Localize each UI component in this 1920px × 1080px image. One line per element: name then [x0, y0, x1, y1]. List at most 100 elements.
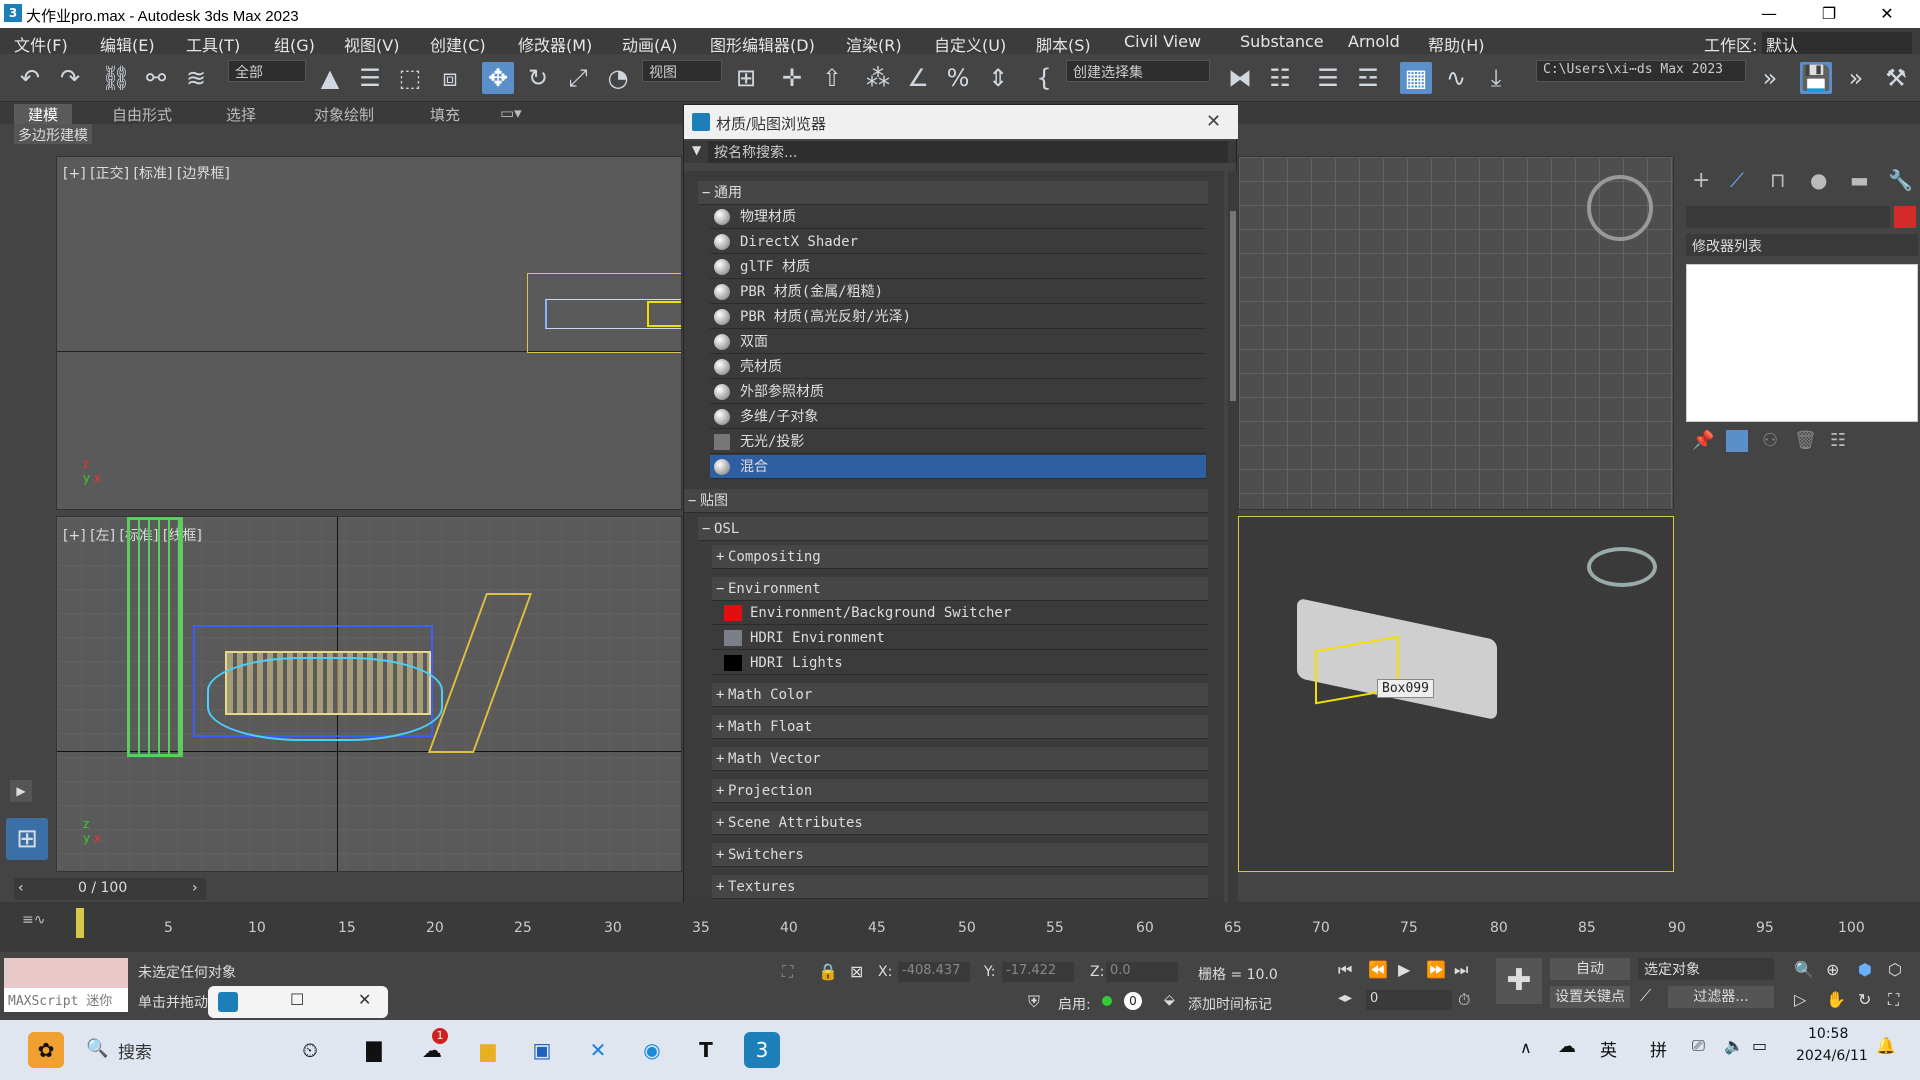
select-object-icon[interactable]: ▲	[314, 62, 346, 94]
task-view-icon[interactable]: ▇	[356, 1032, 392, 1068]
y-coordinate-field[interactable]: -17.422	[1002, 962, 1074, 982]
group-projection[interactable]: + Projection	[712, 779, 1208, 803]
modify-tab-icon[interactable]: ⟋	[1730, 168, 1744, 192]
snaps-toggle-icon[interactable]: ⁂	[862, 62, 894, 94]
set-key-button[interactable]: 设置关键点	[1550, 986, 1630, 1008]
scale-icon[interactable]: ⤢	[562, 62, 594, 94]
menu-group[interactable]: 组(G)	[274, 32, 315, 56]
rotate-icon[interactable]: ↻	[522, 62, 554, 94]
network-icon[interactable]: ⎚	[1692, 1036, 1705, 1056]
create-tab-icon[interactable]: +	[1692, 168, 1710, 193]
zoom-all-icon[interactable]: ⊕	[1826, 960, 1839, 979]
viewcube-icon[interactable]	[1587, 175, 1653, 241]
goto-end-icon[interactable]: ⏭	[1454, 960, 1468, 980]
tab-modeling[interactable]: 建模	[14, 104, 73, 125]
tool-icon[interactable]: ⚒	[1880, 62, 1912, 94]
x-coordinate-field[interactable]: -408.437	[898, 962, 970, 982]
top-viewport[interactable]: [+] [正交] [标准] [边界框] zy x	[56, 156, 682, 510]
maximize-viewport-icon[interactable]: ⛶	[1888, 990, 1899, 1010]
object-color-swatch[interactable]	[1894, 206, 1916, 228]
select-by-name-icon[interactable]: ☰	[354, 62, 386, 94]
tab-selection[interactable]: 选择	[226, 104, 256, 125]
menu-edit[interactable]: 编辑(E)	[100, 32, 155, 56]
pan-icon[interactable]: ✋	[1826, 990, 1846, 1009]
named-selection-dropdown[interactable]: 创建选择集	[1066, 60, 1210, 82]
object-name-field[interactable]	[1686, 206, 1890, 228]
lock-icon[interactable]: 🔒	[818, 962, 838, 981]
group-general[interactable]: − 通用	[698, 181, 1208, 205]
group-textures[interactable]: + Textures	[712, 875, 1208, 899]
scene-explorer-icon[interactable]: ☰	[1312, 62, 1344, 94]
menu-help[interactable]: 帮助(H)	[1428, 32, 1485, 56]
project-path-dropdown[interactable]: C:\Users\xi⋯ds Max 2023	[1536, 60, 1746, 82]
pivot-icon[interactable]: ⊞	[730, 62, 762, 94]
menu-substance[interactable]: Substance	[1240, 32, 1324, 51]
file-explorer-icon[interactable]: ▆	[470, 1032, 506, 1068]
edit-named-sel-icon[interactable]: {	[1028, 62, 1060, 94]
viewport-layout-icon[interactable]: ⊞	[6, 818, 48, 860]
list-item[interactable]: 多维/子对象	[710, 405, 1206, 429]
close-button[interactable]: ✕	[1864, 2, 1910, 26]
zoom-extents-all-icon[interactable]: ⬡	[1888, 960, 1902, 979]
scrollbar-thumb[interactable]	[1230, 211, 1236, 401]
modifier-list-dropdown[interactable]: 修改器列表	[1686, 234, 1918, 256]
zoom-icon[interactable]: 🔍	[1794, 960, 1814, 979]
play-icon[interactable]: ▶	[1398, 960, 1410, 979]
workspace-dropdown[interactable]: 默认	[1762, 32, 1912, 56]
redo-icon[interactable]: ↷	[54, 62, 86, 94]
move-icon[interactable]: ✥	[482, 62, 514, 94]
expand-toolbar-icon[interactable]: »	[1754, 62, 1786, 94]
track-bar[interactable]: ≡∿ 5 10 15 20 25 30 35 40 45 50 55 60 65…	[0, 902, 1920, 952]
input-language[interactable]: 英	[1600, 1036, 1617, 1061]
enable-toggle[interactable]: 0	[1124, 992, 1142, 1010]
save-project-icon[interactable]: 💾	[1800, 62, 1832, 94]
restore-button[interactable]: ❐	[1806, 2, 1852, 26]
clock-date[interactable]: 2024/6/11	[1796, 1048, 1868, 1064]
show-hidden-icons[interactable]: ∧	[1520, 1038, 1532, 1057]
utilities-tab-icon[interactable]: 🔧	[1888, 168, 1913, 192]
time-slider[interactable]: ‹ 0 / 100 ›	[14, 878, 206, 900]
group-math-vector[interactable]: + Math Vector	[712, 747, 1208, 771]
minimize-button[interactable]: —	[1746, 2, 1792, 26]
menu-modifiers[interactable]: 修改器(M)	[518, 32, 592, 56]
bind-spacewarp-icon[interactable]: ≋	[180, 62, 212, 94]
key-filter-dropdown[interactable]: 选定对象	[1638, 958, 1774, 980]
tab-object-paint[interactable]: 对象绘制	[314, 104, 374, 125]
add-time-tag[interactable]: 添加时间标记	[1188, 994, 1272, 1014]
time-cursor[interactable]	[76, 908, 84, 938]
set-key-icon[interactable]: ✚	[1496, 958, 1542, 1004]
layer-explorer-icon[interactable]: ☲	[1352, 62, 1384, 94]
group-environment[interactable]: − Environment	[712, 577, 1208, 601]
key-tangent-icon[interactable]: ⟋	[1640, 986, 1651, 1006]
clock-time[interactable]: 10:58	[1808, 1026, 1848, 1042]
isolate-icon[interactable]: ⛶	[782, 962, 793, 982]
time-config-icon[interactable]: ⏱	[1458, 990, 1470, 1010]
menu-scripting[interactable]: 脚本(S)	[1036, 32, 1091, 56]
next-frame-icon[interactable]: ⏩	[1426, 960, 1446, 979]
front-viewport[interactable]	[1238, 156, 1674, 510]
fov-icon[interactable]: ▷	[1794, 990, 1806, 1009]
ribbon-options-icon[interactable]: ▭▾	[500, 104, 522, 122]
list-item[interactable]: 外部参照材质	[710, 380, 1206, 404]
mirror-icon[interactable]: ⧓	[1224, 62, 1256, 94]
percent-snap-icon[interactable]: %	[942, 62, 974, 94]
more-icon[interactable]: »	[1840, 62, 1872, 94]
3dsmax-taskbar-icon[interactable]: 3	[744, 1032, 780, 1068]
menu-arnold[interactable]: Arnold	[1348, 32, 1400, 51]
onedrive-icon[interactable]: ☁	[1558, 1036, 1576, 1057]
filters-button[interactable]: 过滤器...	[1668, 986, 1774, 1008]
select-manipulate-icon[interactable]: ⇧	[816, 62, 848, 94]
list-item[interactable]: 物理材质	[710, 205, 1206, 229]
selection-filter-dropdown[interactable]: 全部	[228, 60, 306, 82]
keyboard-shortcut-icon[interactable]: ✛	[776, 62, 808, 94]
menu-create[interactable]: 创建(C)	[430, 32, 486, 56]
group-math-float[interactable]: + Math Float	[712, 715, 1208, 739]
ref-coord-dropdown[interactable]: 视图	[642, 60, 722, 82]
remove-modifier-icon[interactable]: 🗑	[1794, 430, 1817, 451]
menu-rendering[interactable]: 渲染(R)	[846, 32, 902, 56]
play-tab-icon[interactable]: ▶	[10, 780, 32, 802]
menu-graph-editors[interactable]: 图形编辑器(D)	[710, 32, 815, 56]
list-item[interactable]: 壳材质	[710, 355, 1206, 379]
viewcube-icon[interactable]	[1587, 547, 1657, 587]
curve-editor-mini-icon[interactable]: ≡∿	[22, 912, 45, 928]
